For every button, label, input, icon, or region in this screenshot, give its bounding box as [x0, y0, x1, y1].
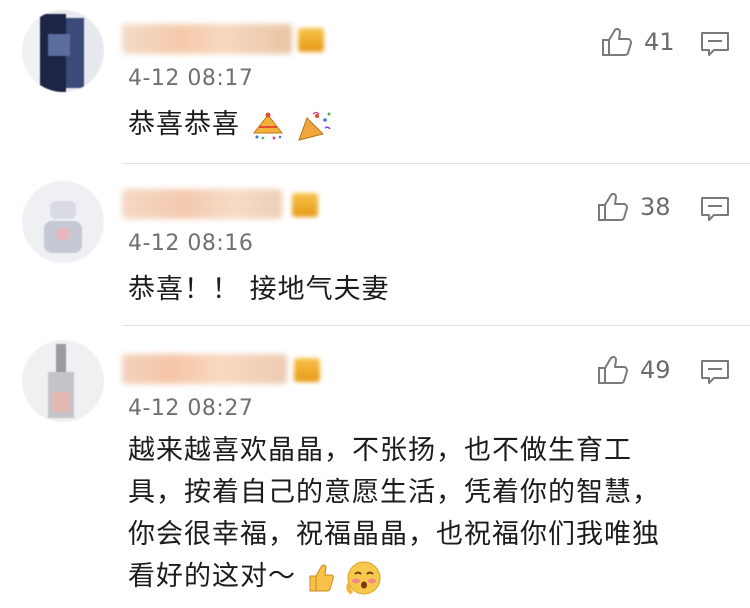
vip-badge-icon — [298, 28, 324, 52]
like-count: 41 — [644, 28, 675, 56]
thumbs-up-emoji — [309, 564, 334, 591]
party-popper-emoji — [298, 111, 331, 141]
comment-text-line: 看好的这对～ — [128, 561, 296, 592]
blushing-face-emoji — [346, 561, 381, 595]
comment-text-line: 你会很幸福，祝福晶晶，也祝福你们我唯独 — [128, 519, 660, 550]
comment-reply-icon[interactable] — [700, 30, 730, 58]
vip-badge-icon — [294, 358, 320, 382]
comment-timestamp: 4-12 08:17 — [128, 66, 254, 91]
like-count: 38 — [640, 193, 671, 221]
thumbs-up-icon — [598, 192, 628, 221]
avatar[interactable] — [22, 10, 104, 92]
comment-timestamp: 4-12 08:16 — [128, 231, 254, 256]
comment-item: 4-12 08:16 恭喜！！ 接地气夫妻 38 — [0, 165, 750, 330]
comment-text: 越来越喜欢晶晶，不张扬，也不做生育工 具，按着自己的意愿生活，凭着你的智慧， 你… — [128, 430, 718, 598]
comment-text-line: 越来越喜欢晶晶，不张扬，也不做生育工 — [128, 435, 632, 466]
like-button[interactable]: 38 — [596, 191, 671, 223]
comment-item: 4-12 08:27 越来越喜欢晶晶，不张扬，也不做生育工 具，按着自己的意愿生… — [0, 330, 750, 608]
vip-badge-icon — [292, 193, 318, 217]
username[interactable] — [122, 354, 287, 384]
like-button[interactable]: 41 — [600, 26, 675, 58]
thumbs-up-icon — [602, 27, 632, 56]
like-count: 49 — [640, 356, 671, 384]
comment-text-line: 具，按着自己的意愿生活，凭着你的智慧， — [128, 477, 660, 508]
comment-text: 恭喜恭喜 — [128, 104, 718, 146]
thumbs-up-icon — [598, 355, 628, 384]
comment-timestamp: 4-12 08:27 — [128, 396, 254, 421]
party-hat-emoji — [252, 112, 283, 139]
avatar[interactable] — [22, 340, 104, 422]
comment-reply-icon[interactable] — [700, 195, 730, 223]
comment-reply-icon[interactable] — [700, 358, 730, 386]
avatar[interactable] — [22, 181, 104, 263]
like-button[interactable]: 49 — [596, 354, 671, 386]
divider — [122, 163, 750, 164]
username[interactable] — [122, 189, 282, 219]
comment-text: 恭喜！！ 接地气夫妻 — [128, 274, 390, 305]
username[interactable] — [122, 24, 292, 54]
divider — [122, 325, 750, 326]
comment-item: 4-12 08:17 恭喜恭喜 41 — [0, 0, 750, 165]
